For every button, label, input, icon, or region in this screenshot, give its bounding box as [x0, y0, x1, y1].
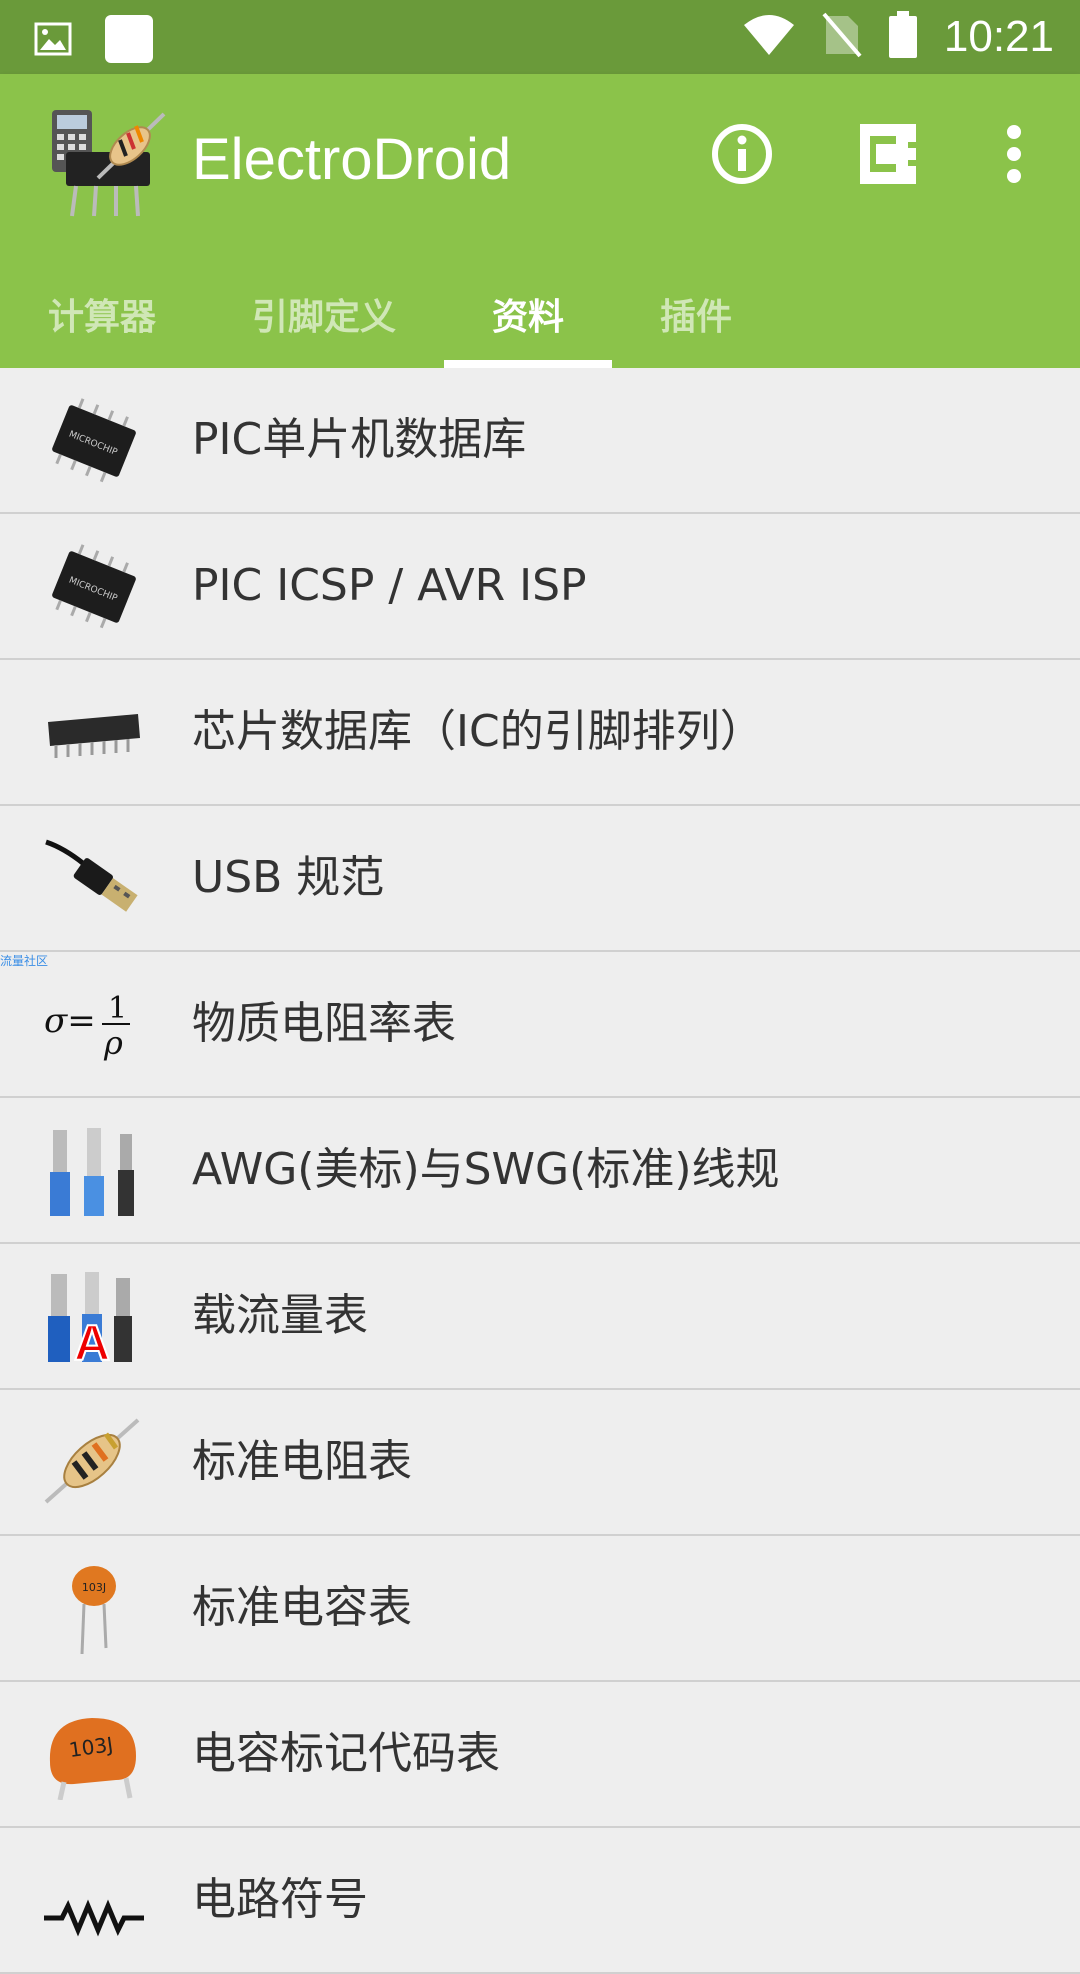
pic-chip-icon: MICROCHIP	[44, 542, 144, 632]
square-notification-icon	[104, 14, 154, 68]
resistivity-formula-icon: σ= 1 ρ	[44, 980, 144, 1070]
pic-chip-icon: MICROCHIP	[44, 396, 144, 486]
usb-plug-icon	[44, 834, 144, 924]
tab-calculators[interactable]: 计算器	[0, 270, 204, 368]
svg-text:A: A	[74, 1315, 110, 1362]
tab-bar: 计算器 引脚定义 资料 插件	[0, 270, 1080, 368]
overflow-menu-icon[interactable]	[996, 118, 1032, 190]
wifi-icon	[742, 13, 796, 61]
image-notification-icon	[34, 22, 72, 60]
tab-pinouts[interactable]: 引脚定义	[204, 270, 444, 368]
watermark: 流量社区	[0, 954, 49, 968]
list-item-label: 标准电容表	[192, 1582, 412, 1633]
list-item-standard-capacitors[interactable]: 103J 标准电容表	[0, 1536, 1080, 1682]
list-item-label: 标准电阻表	[192, 1436, 412, 1487]
list-item-ampacity[interactable]: A 载流量表	[0, 1244, 1080, 1390]
list-item-usb[interactable]: USB 规范	[0, 806, 1080, 952]
list-item-label: PIC单片机数据库	[192, 414, 527, 465]
info-icon[interactable]	[706, 118, 778, 190]
list-item-ic-database[interactable]: 芯片数据库（IC的引脚排列）	[0, 660, 1080, 806]
list-item-icsp-isp[interactable]: MICROCHIP PIC ICSP / AVR ISP	[0, 514, 1080, 660]
capacitor-code-icon: 103J	[44, 1710, 144, 1801]
resources-list: MICROCHIP PIC单片机数据库 MICROCHIP PIC ICSP /…	[0, 368, 1080, 1974]
list-item-label: USB 规范	[192, 852, 385, 903]
tab-resources[interactable]: 资料	[444, 270, 612, 368]
app-title: ElectroDroid	[192, 127, 512, 192]
battery-icon	[888, 11, 918, 63]
list-item-label: 载流量表	[192, 1290, 368, 1341]
app-logo-icon	[46, 100, 170, 220]
circuit-symbol-icon	[44, 1856, 144, 1946]
status-bar: 10:21	[0, 0, 1080, 74]
dip-ic-icon	[44, 688, 144, 778]
wires-icon	[44, 1126, 144, 1216]
clock: 10:21	[943, 12, 1054, 61]
tab-plugins[interactable]: 插件	[612, 270, 780, 368]
wire-ampacity-icon: A	[44, 1272, 144, 1372]
list-item-label: 电容标记代码表	[192, 1728, 500, 1779]
list-item-label: 物质电阻率表	[192, 998, 456, 1049]
list-item-wire-gauge[interactable]: AWG(美标)与SWG(标准)线规	[0, 1098, 1080, 1244]
list-item-label: PIC ICSP / AVR ISP	[192, 560, 587, 611]
plugin-icon[interactable]	[852, 118, 924, 190]
list-item-label: AWG(美标)与SWG(标准)线规	[192, 1144, 780, 1195]
tab-indicator	[444, 360, 612, 368]
list-item-standard-resistors[interactable]: 标准电阻表	[0, 1390, 1080, 1536]
list-item-circuit-symbols[interactable]: 电路符号	[0, 1828, 1080, 1974]
no-sim-icon	[822, 12, 862, 62]
ceramic-capacitor-icon: 103J	[44, 1564, 144, 1655]
svg-text:ρ: ρ	[103, 1024, 123, 1062]
resistor-icon	[44, 1418, 144, 1508]
svg-text:σ=: σ=	[44, 1001, 96, 1041]
app-bar: ElectroDroid 计算器 引脚定义 资料 插件	[0, 74, 1080, 368]
list-item-capacitor-codes[interactable]: 103J 电容标记代码表	[0, 1682, 1080, 1828]
list-item-label: 芯片数据库（IC的引脚排列）	[192, 706, 764, 757]
svg-text:103J: 103J	[82, 1581, 106, 1594]
list-item-resistivity[interactable]: σ= 1 ρ 物质电阻率表	[0, 952, 1080, 1098]
svg-text:1: 1	[108, 991, 127, 1026]
list-item-label: 电路符号	[192, 1874, 368, 1925]
list-item-pic-database[interactable]: MICROCHIP PIC单片机数据库	[0, 368, 1080, 514]
